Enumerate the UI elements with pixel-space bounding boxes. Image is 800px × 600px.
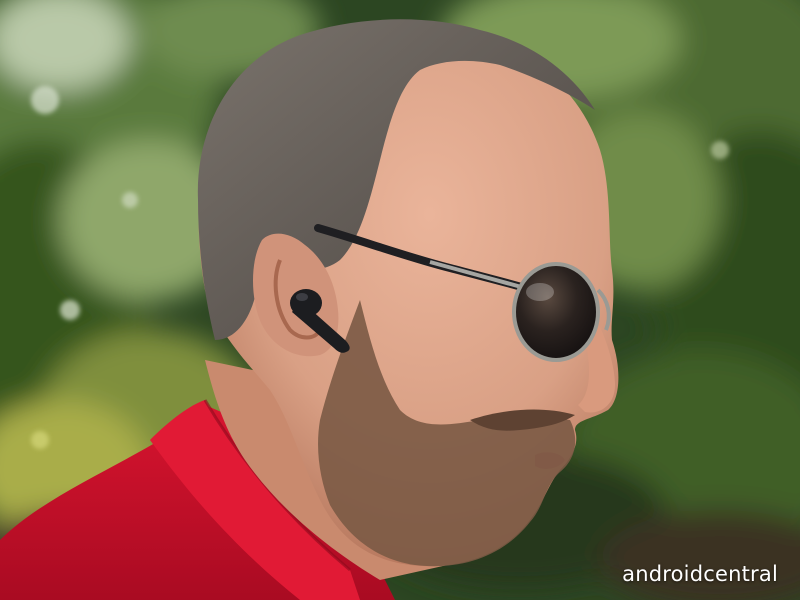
photo-illustration xyxy=(0,0,800,600)
photo-scene: androidcentral xyxy=(0,0,800,600)
watermark-text: androidcentral xyxy=(622,562,778,586)
